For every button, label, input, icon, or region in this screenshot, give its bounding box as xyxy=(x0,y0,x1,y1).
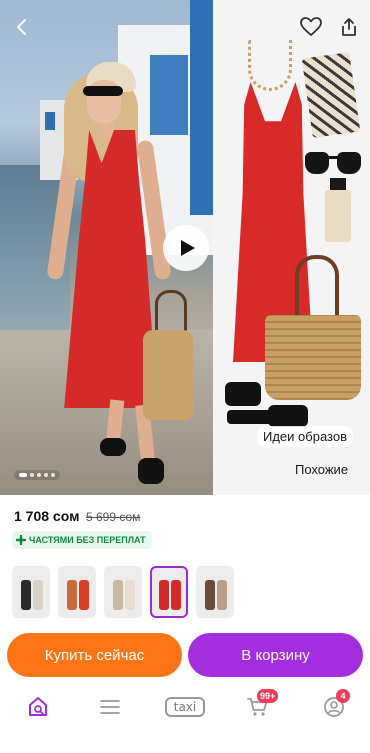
variant-thumbnail[interactable] xyxy=(12,566,50,618)
nav-home[interactable] xyxy=(18,692,58,722)
price: 1 708 сом xyxy=(14,508,80,524)
slide-dot xyxy=(30,473,34,477)
installment-label: ЧАСТЯМИ БЕЗ ПЕРЕПЛАТ xyxy=(29,535,146,545)
taxi-label: taxi xyxy=(165,697,205,717)
share-button[interactable] xyxy=(336,14,362,40)
home-search-icon xyxy=(29,697,47,716)
add-to-cart-button[interactable]: В корзину xyxy=(188,633,363,677)
back-button[interactable] xyxy=(8,14,34,40)
menu-icon xyxy=(100,700,120,714)
play-video-button[interactable] xyxy=(163,225,209,271)
buy-now-button[interactable]: Купить сейчас xyxy=(7,633,182,677)
variant-thumbnail[interactable] xyxy=(196,566,234,618)
old-price: 5 699 сом xyxy=(86,510,141,524)
cart-badge: 99+ xyxy=(257,689,279,703)
nav-catalog[interactable] xyxy=(90,692,130,722)
slide-indicator xyxy=(14,470,60,480)
variant-thumbnail[interactable] xyxy=(150,566,188,618)
plus-icon xyxy=(16,535,26,545)
slide-dot xyxy=(51,473,55,477)
back-arrow-icon xyxy=(16,18,27,36)
similar-button[interactable]: Похожие xyxy=(289,459,354,480)
outfit-ideas-button[interactable]: Идеи образов xyxy=(257,426,353,447)
nav-profile[interactable]: 4 xyxy=(314,689,354,722)
slide-dot xyxy=(44,473,48,477)
heart-icon xyxy=(300,17,322,37)
bottom-nav: taxi 99+ 4 xyxy=(0,689,370,753)
product-gallery[interactable]: Идеи образов Похожие xyxy=(0,0,370,495)
profile-badge: 4 xyxy=(336,689,350,703)
slide-dot xyxy=(37,473,41,477)
play-icon xyxy=(181,240,195,256)
favorite-button[interactable] xyxy=(298,14,324,40)
flatlay-photo xyxy=(213,0,370,495)
variant-thumbnail[interactable] xyxy=(58,566,96,618)
nav-taxi[interactable]: taxi xyxy=(165,692,205,722)
variant-thumbnails xyxy=(12,566,234,618)
installment-badge[interactable]: ЧАСТЯМИ БЕЗ ПЕРЕПЛАТ xyxy=(12,531,152,549)
share-icon xyxy=(342,18,356,36)
slide-dot xyxy=(19,473,27,477)
nav-cart[interactable]: 99+ xyxy=(238,689,279,722)
variant-thumbnail[interactable] xyxy=(104,566,142,618)
